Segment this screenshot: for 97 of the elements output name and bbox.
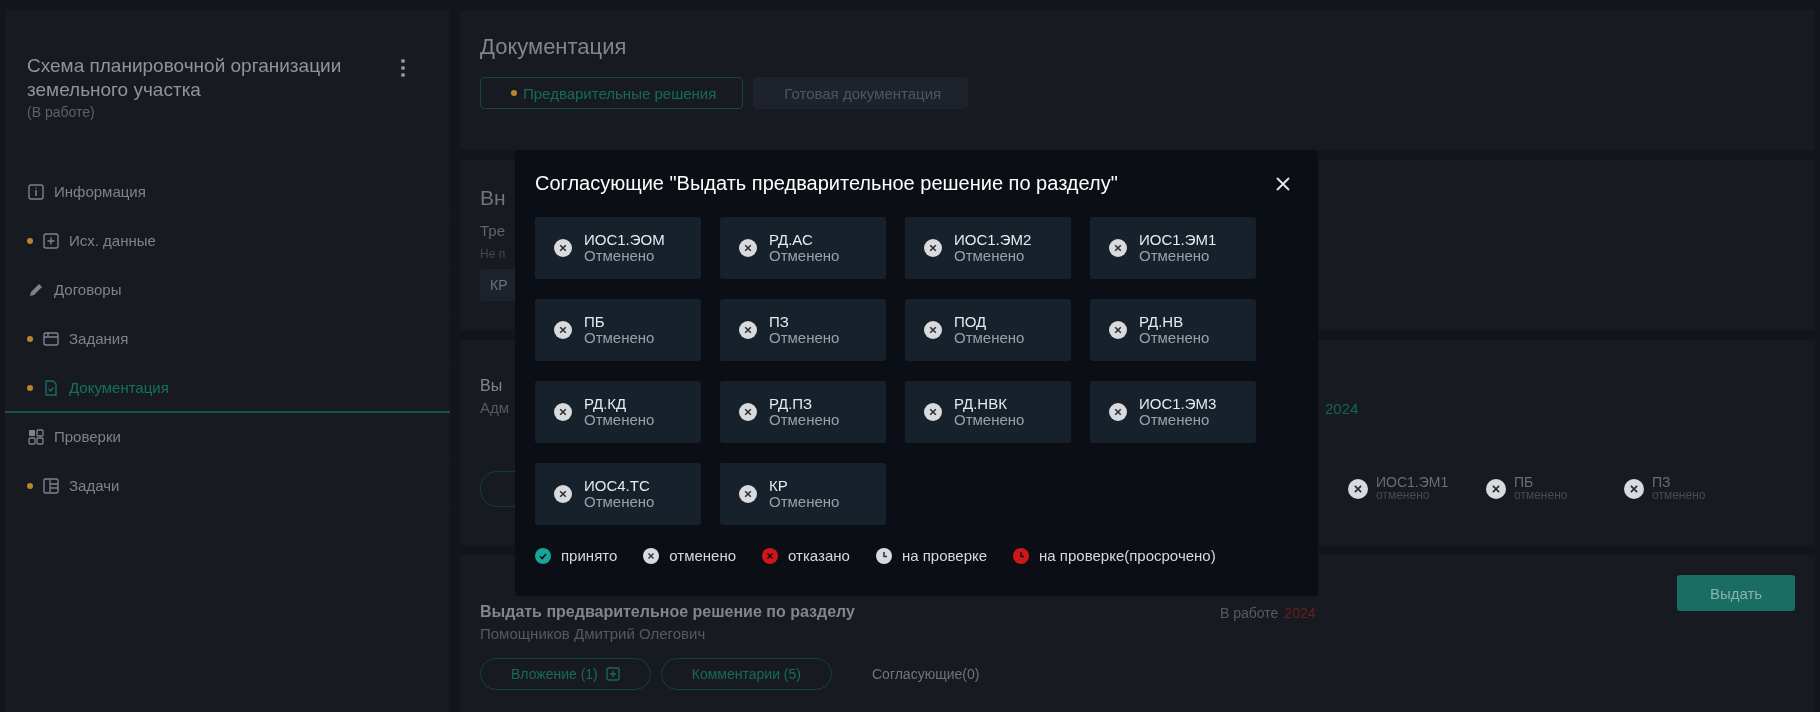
tag-chip: КР xyxy=(480,269,518,301)
sidebar-item[interactable]: Информация xyxy=(5,168,450,217)
approver-status: Отменено xyxy=(769,412,840,428)
legend-label: отказано xyxy=(788,547,850,564)
cross-circle-icon xyxy=(924,239,942,257)
approver-status: Отменено xyxy=(584,412,655,428)
card-title: Вы xyxy=(480,377,503,395)
legend-label: на проверке xyxy=(901,547,988,564)
cross-circle-icon xyxy=(554,239,572,257)
legend-label: на проверке(просрочено) xyxy=(1039,547,1216,564)
approver-code: РД.НВ xyxy=(1139,314,1185,330)
approver-code: ПЗ xyxy=(1652,475,1672,489)
approver-code: РД.НВК xyxy=(954,396,1008,412)
approver-code: ИОС1.ЭОМ xyxy=(584,232,665,248)
sidebar-label: Документация xyxy=(69,379,169,396)
dialog-title: Согласующие "Выдать предварительное решение по разделу" xyxy=(535,172,1118,195)
sidebar-label: Информация xyxy=(54,183,146,200)
author-name: Адм xyxy=(480,399,510,416)
approver-code: ИОС1.ЭМ2 xyxy=(954,232,1032,248)
plus-square-icon xyxy=(605,667,620,681)
cross-circle-icon xyxy=(739,403,757,421)
approver-status: Отменено xyxy=(954,248,1026,264)
approver-code: ПЗ xyxy=(769,314,790,330)
cross-circle-icon xyxy=(1109,403,1127,421)
board-icon xyxy=(42,476,60,495)
approver-status: Отменено xyxy=(1139,248,1211,264)
approver-code: РД.ПЗ xyxy=(769,396,814,412)
card-subtitle: Тре xyxy=(480,222,505,239)
sidebar-label: Проверки xyxy=(54,428,121,445)
sidebar-item[interactable]: Задания xyxy=(5,315,450,364)
cross-circle-icon xyxy=(554,403,572,421)
approver-status: Отменено xyxy=(769,494,840,510)
approver-status: Отменено xyxy=(954,330,1025,346)
cross-circle-icon xyxy=(554,485,572,503)
sidebar-label: Задания xyxy=(69,330,129,347)
cross-circle-icon xyxy=(554,321,572,339)
sidebar-item[interactable]: Договоры xyxy=(5,266,450,315)
cross-circle-icon xyxy=(739,239,757,257)
approver-status: Отменено xyxy=(1139,412,1211,428)
approver-status: Отменено xyxy=(954,412,1025,428)
cross-circle-icon xyxy=(1486,478,1506,499)
cross-circle-icon xyxy=(1624,478,1644,499)
check-circle-icon xyxy=(535,547,551,564)
clock-icon xyxy=(1013,547,1030,564)
cross-circle-icon xyxy=(643,547,660,564)
approver-code: ПБ xyxy=(584,314,606,330)
tab[interactable]: Предварительные решения xyxy=(480,77,744,109)
legend-label: отменено xyxy=(669,547,737,564)
approver-code: ПОД xyxy=(954,314,988,330)
issue-button[interactable]: Выдать xyxy=(1677,575,1795,611)
overdue-date: 2024 xyxy=(1284,605,1316,621)
project-title: Схема планировочной организации земельного участка xyxy=(27,54,343,102)
grid-icon xyxy=(27,427,45,446)
cross-circle-icon xyxy=(739,485,757,503)
card-title: Вн xyxy=(480,186,506,210)
cross-circle-icon xyxy=(1109,239,1127,257)
cross-circle-icon xyxy=(1348,478,1368,499)
page-title: Документация xyxy=(480,34,628,60)
sidebar-item[interactable]: Задачи xyxy=(5,462,450,511)
cross-circle-icon xyxy=(762,547,779,564)
sidebar-label: Исх. данные xyxy=(69,232,156,249)
approver-status: Отменено xyxy=(584,330,655,346)
author-name: Помощников Дмитрий Олегович xyxy=(480,625,706,642)
approver-code: ИОС1.ЭМ1 xyxy=(1376,475,1449,489)
approver-status: Отменено xyxy=(1139,330,1210,346)
approver-status: Отменено xyxy=(584,248,656,264)
clock-icon xyxy=(875,547,892,564)
sidebar-label: Договоры xyxy=(54,281,122,298)
approver-status: Отменено xyxy=(769,248,840,264)
approvers-label: Согласующие(0) xyxy=(872,666,980,682)
plus-square-icon xyxy=(42,231,60,250)
approver-code: ИОС4.ТС xyxy=(584,478,651,494)
cross-circle-icon xyxy=(1109,321,1127,339)
due-date: 2024 xyxy=(1325,400,1360,417)
approver-status: Отменено xyxy=(769,330,840,346)
approver-code: ПБ xyxy=(1514,475,1535,489)
approver-status: Отменено xyxy=(584,494,655,510)
sidebar-item[interactable]: Проверки xyxy=(5,413,450,462)
sidebar-item[interactable]: Документация xyxy=(5,364,450,413)
cross-circle-icon xyxy=(924,403,942,421)
legend-label: принято xyxy=(561,547,618,564)
cross-circle-icon xyxy=(739,321,757,339)
more-icon[interactable] xyxy=(400,58,406,78)
info-icon xyxy=(27,182,45,201)
approver-code: КР xyxy=(769,478,789,494)
status-text: В работе xyxy=(1220,605,1279,621)
window-icon xyxy=(42,329,60,348)
sidebar-label: Задачи xyxy=(69,477,120,494)
sidebar-item[interactable]: Исх. данные xyxy=(5,217,450,266)
cross-circle-icon xyxy=(924,321,942,339)
approver-code: ИОС1.ЭМ1 xyxy=(1139,232,1217,248)
approver-code: РД.КД xyxy=(584,396,628,412)
approver-code: РД.АС xyxy=(769,232,814,248)
approver-code: ИОС1.ЭМ3 xyxy=(1139,396,1217,412)
document-icon xyxy=(42,378,60,397)
project-status: (В работе) xyxy=(27,104,96,120)
card-title: Выдать предварительное решение по разделу xyxy=(480,603,855,621)
